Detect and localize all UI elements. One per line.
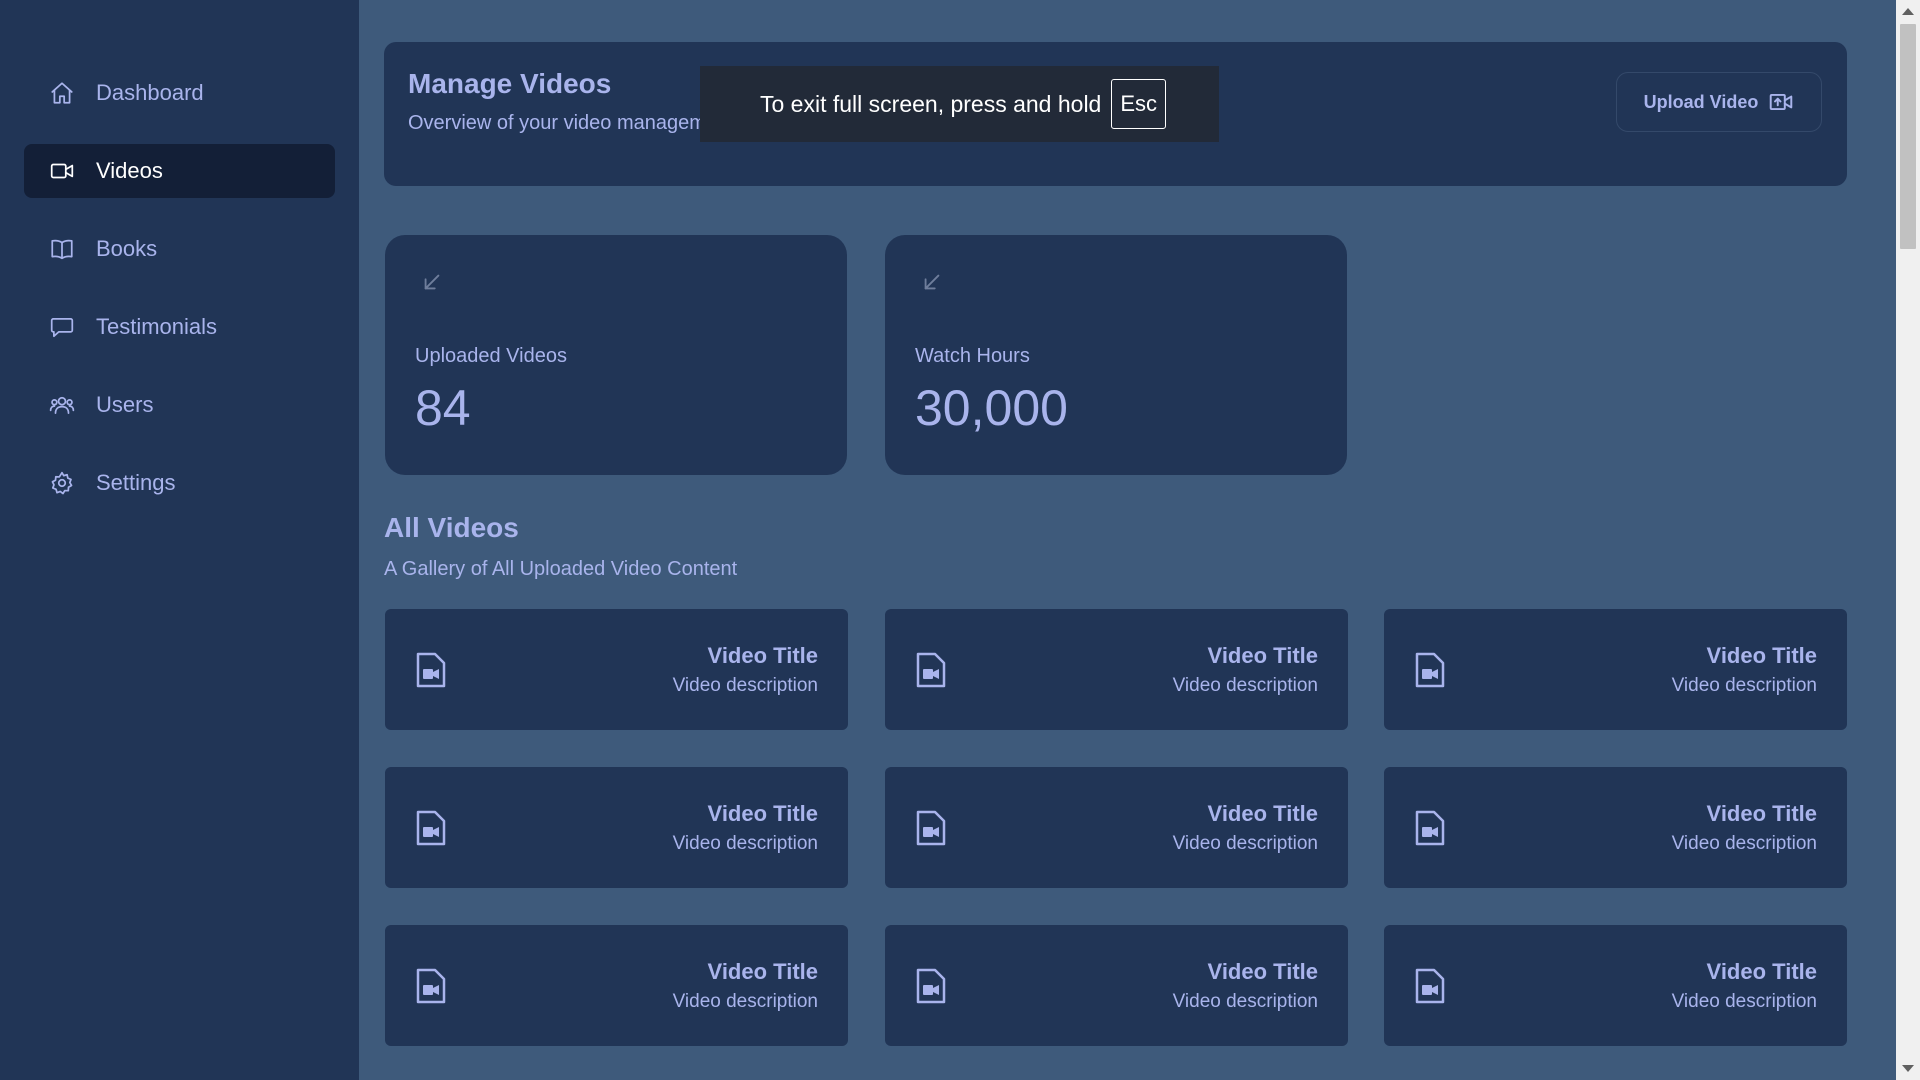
gear-icon [48,469,76,497]
scroll-down-arrow-icon[interactable] [1902,1065,1914,1072]
esc-key-badge: Esc [1111,79,1167,129]
video-file-icon [1414,967,1446,1005]
sidebar: Dashboard Videos Books Testimonials User… [0,0,359,1080]
sidebar-item-testimonials[interactable]: Testimonials [24,300,335,354]
sidebar-item-label: Testimonials [96,314,218,339]
video-camera-icon [48,157,76,185]
section-subtitle: A Gallery of All Uploaded Video Content [384,558,738,580]
page-title: Manage Videos [408,68,612,99]
sidebar-item-label: Books [96,236,158,261]
video-file-icon [1414,809,1446,847]
sidebar-item-dashboard[interactable]: Dashboard [24,66,335,120]
video-card[interactable]: Video Title Video description [385,767,848,888]
video-description: Video description [1671,991,1817,1012]
video-description: Video description [1671,675,1817,696]
video-card[interactable]: Video Title Video description [885,609,1348,730]
video-file-icon [915,967,947,1005]
video-file-icon [415,651,447,689]
arrow-down-left-icon [421,271,443,293]
stat-card-watch-hours: Watch Hours 30,000 [885,235,1347,475]
video-card[interactable]: Video Title Video description [885,767,1348,888]
video-file-icon [415,809,447,847]
fullscreen-exit-toast: To exit full screen, press and hold Esc [700,66,1219,142]
video-title: Video Title [707,643,818,668]
video-description: Video description [1172,675,1318,696]
stat-label: Uploaded Videos [415,345,567,367]
video-description: Video description [672,991,818,1012]
sidebar-item-label: Settings [96,470,176,495]
sidebar-item-label: Users [96,392,154,417]
vertical-scrollbar[interactable] [1896,0,1920,1080]
scroll-up-arrow-icon[interactable] [1902,8,1914,15]
video-card[interactable]: Video Title Video description [385,925,848,1046]
users-icon [48,391,76,419]
video-card[interactable]: Video Title Video description [1384,609,1847,730]
video-file-icon [1414,651,1446,689]
sidebar-item-users[interactable]: Users [24,378,335,432]
video-title: Video Title [1207,643,1318,668]
scrollbar-thumb[interactable] [1900,24,1916,249]
video-description: Video description [672,833,818,854]
upload-video-label: Upload Video [1643,91,1759,112]
stat-value: 84 [415,380,471,436]
video-title: Video Title [707,959,818,984]
video-description: Video description [1671,833,1817,854]
video-card[interactable]: Video Title Video description [385,609,848,730]
video-description: Video description [672,675,818,696]
stat-label: Watch Hours [915,345,1030,367]
sidebar-item-settings[interactable]: Settings [24,456,335,510]
section-title: All Videos [384,512,519,543]
video-title: Video Title [1706,801,1817,826]
sidebar-item-label: Dashboard [96,80,204,105]
stat-card-uploaded-videos: Uploaded Videos 84 [385,235,847,475]
sidebar-item-books[interactable]: Books [24,222,335,276]
video-card[interactable]: Video Title Video description [885,925,1348,1046]
toast-text: To exit full screen, press and hold [760,90,1102,117]
book-icon [48,235,76,263]
chat-bubble-icon [48,313,76,341]
video-file-icon [415,967,447,1005]
video-title: Video Title [1207,801,1318,826]
sidebar-item-label: Videos [96,158,163,183]
video-file-icon [915,651,947,689]
video-file-icon [915,809,947,847]
home-icon [48,79,76,107]
video-title: Video Title [1207,959,1318,984]
sidebar-item-videos[interactable]: Videos [24,144,335,198]
video-title: Video Title [1706,643,1817,668]
video-description: Video description [1172,991,1318,1012]
video-upload-icon [1770,93,1793,111]
video-title: Video Title [707,801,818,826]
video-title: Video Title [1706,959,1817,984]
video-card[interactable]: Video Title Video description [1384,767,1847,888]
video-card[interactable]: Video Title Video description [1384,925,1847,1046]
video-description: Video description [1172,833,1318,854]
upload-video-button[interactable]: Upload Video [1616,72,1822,132]
arrow-down-left-icon [921,271,943,293]
stat-value: 30,000 [915,380,1068,436]
